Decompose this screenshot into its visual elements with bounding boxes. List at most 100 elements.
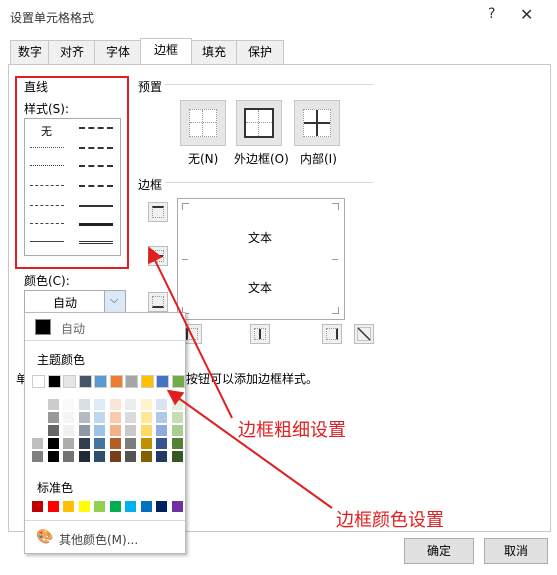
theme-color-swatch[interactable] xyxy=(171,375,185,388)
theme-shade-swatch[interactable] xyxy=(78,451,90,462)
theme-shade-swatch[interactable] xyxy=(125,451,136,462)
theme-color-swatch[interactable] xyxy=(109,375,123,388)
theme-shade-swatch[interactable] xyxy=(32,399,43,410)
theme-shade-swatch[interactable] xyxy=(140,425,152,436)
theme-shade-swatch[interactable] xyxy=(125,412,136,423)
theme-shade-swatch[interactable] xyxy=(156,412,167,423)
theme-shade-swatch[interactable] xyxy=(140,451,152,462)
border-right-button[interactable] xyxy=(322,324,342,344)
theme-shade-swatch[interactable] xyxy=(156,425,167,436)
theme-color-swatch[interactable] xyxy=(32,375,45,388)
theme-shade-swatch[interactable] xyxy=(140,399,152,410)
theme-shade-swatch[interactable] xyxy=(140,412,152,423)
standard-color-swatch[interactable] xyxy=(109,501,121,512)
close-button[interactable]: ✕ xyxy=(520,5,533,24)
theme-shade-swatch[interactable] xyxy=(63,412,74,423)
tab-fill[interactable]: 填充 xyxy=(190,40,238,64)
palette-icon: 🎨 xyxy=(36,529,54,545)
ok-button[interactable]: 确定 xyxy=(404,538,474,564)
theme-shade-swatch[interactable] xyxy=(63,451,74,462)
tab-border[interactable]: 边框 xyxy=(140,38,192,64)
theme-shade-swatch[interactable] xyxy=(171,425,183,436)
standard-color-swatch[interactable] xyxy=(94,501,105,512)
theme-color-swatch[interactable] xyxy=(78,375,92,388)
theme-shade-swatch[interactable] xyxy=(171,438,183,449)
theme-shade-swatch[interactable] xyxy=(47,451,59,462)
tab-font[interactable]: 字体 xyxy=(94,40,142,64)
theme-shade-swatch[interactable] xyxy=(32,451,43,462)
border-middle-horizontal-button[interactable] xyxy=(148,246,168,266)
standard-color-swatch[interactable] xyxy=(78,501,90,512)
standard-color-swatch[interactable] xyxy=(125,501,136,512)
theme-color-swatch[interactable] xyxy=(94,375,107,388)
theme-shade-swatch[interactable] xyxy=(140,438,152,449)
auto-color-swatch[interactable] xyxy=(35,319,51,335)
theme-shade-swatch[interactable] xyxy=(94,451,105,462)
theme-shade-swatch[interactable] xyxy=(78,412,90,423)
theme-shade-swatch[interactable] xyxy=(171,412,183,423)
border-top-button[interactable] xyxy=(148,202,168,222)
tab-protection[interactable]: 保护 xyxy=(236,40,284,64)
theme-shade-swatch[interactable] xyxy=(94,438,105,449)
preset-none-label: 无(N) xyxy=(188,152,219,166)
theme-shade-swatch[interactable] xyxy=(47,438,59,449)
preset-outline-icon xyxy=(244,108,274,138)
cancel-button[interactable]: 取消 xyxy=(484,538,548,564)
standard-color-swatch[interactable] xyxy=(140,501,152,512)
preset-group-title: 预置 xyxy=(138,80,163,94)
color-dropdown-button[interactable]: ⌵ xyxy=(104,291,125,313)
standard-color-swatch[interactable] xyxy=(32,501,43,512)
tab-alignment[interactable]: 对齐 xyxy=(48,40,96,64)
theme-shade-swatch[interactable] xyxy=(109,425,121,436)
theme-shade-swatch[interactable] xyxy=(171,399,183,410)
border-bottom-button[interactable] xyxy=(148,292,168,312)
theme-shade-swatch[interactable] xyxy=(109,399,121,410)
theme-shade-swatch[interactable] xyxy=(47,399,59,410)
preset-none-button[interactable] xyxy=(180,100,226,146)
auto-color-label[interactable]: 自动 xyxy=(61,320,85,337)
theme-shade-swatch[interactable] xyxy=(109,451,121,462)
help-button[interactable]: ? xyxy=(488,6,495,22)
preset-inside-button[interactable] xyxy=(294,100,340,146)
preset-outline-button[interactable] xyxy=(236,100,282,146)
theme-shade-swatch[interactable] xyxy=(63,399,74,410)
theme-shade-swatch[interactable] xyxy=(32,412,43,423)
theme-shade-swatch[interactable] xyxy=(125,438,136,449)
theme-shade-swatch[interactable] xyxy=(94,412,105,423)
theme-shade-swatch[interactable] xyxy=(63,438,74,449)
theme-shade-swatch[interactable] xyxy=(32,425,43,436)
theme-color-swatch[interactable] xyxy=(63,375,76,388)
theme-color-swatch[interactable] xyxy=(140,375,154,388)
theme-shade-swatch[interactable] xyxy=(78,438,90,449)
standard-color-swatch[interactable] xyxy=(47,501,59,512)
border-left-icon xyxy=(186,328,198,340)
theme-color-swatch[interactable] xyxy=(47,375,61,388)
theme-color-swatch[interactable] xyxy=(156,375,169,388)
theme-shade-swatch[interactable] xyxy=(109,438,121,449)
theme-shade-swatch[interactable] xyxy=(47,412,59,423)
theme-shade-swatch[interactable] xyxy=(78,425,90,436)
border-preview[interactable]: 文本 文本 xyxy=(177,198,345,320)
theme-shade-swatch[interactable] xyxy=(156,438,167,449)
theme-shade-swatch[interactable] xyxy=(94,399,105,410)
theme-shade-swatch[interactable] xyxy=(156,451,167,462)
border-diagonal-button[interactable] xyxy=(354,324,374,344)
theme-shade-swatch[interactable] xyxy=(47,425,59,436)
standard-color-swatch[interactable] xyxy=(171,501,183,512)
standard-color-swatch[interactable] xyxy=(63,501,74,512)
theme-shade-swatch[interactable] xyxy=(94,425,105,436)
theme-shade-swatch[interactable] xyxy=(125,399,136,410)
theme-color-swatch[interactable] xyxy=(125,375,138,388)
theme-shade-swatch[interactable] xyxy=(63,425,74,436)
theme-shade-swatch[interactable] xyxy=(171,451,183,462)
theme-shade-swatch[interactable] xyxy=(156,399,167,410)
standard-color-swatch[interactable] xyxy=(156,501,167,512)
theme-shade-swatch[interactable] xyxy=(125,425,136,436)
tab-number[interactable]: 数字 xyxy=(10,40,50,64)
theme-shade-swatch[interactable] xyxy=(78,399,90,410)
theme-shade-swatch[interactable] xyxy=(109,412,121,423)
color-select[interactable]: 自动 ⌵ xyxy=(24,290,126,314)
theme-shade-swatch[interactable] xyxy=(32,438,43,449)
more-colors-item[interactable]: 其他颜色(M)... xyxy=(59,531,138,548)
border-middle-vertical-button[interactable] xyxy=(250,324,270,344)
